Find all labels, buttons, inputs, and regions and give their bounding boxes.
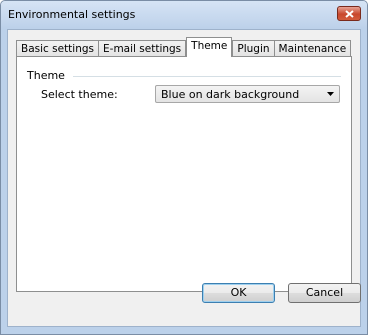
tab-theme[interactable]: Theme	[186, 37, 233, 57]
group-divider	[73, 76, 341, 77]
ok-button[interactable]: OK	[202, 283, 275, 303]
tab-plugin[interactable]: Plugin	[232, 40, 275, 57]
close-button[interactable]	[337, 6, 361, 21]
theme-select[interactable]: Blue on dark background	[155, 85, 340, 103]
title-bar[interactable]: Environmental settings	[1, 1, 367, 28]
window-title: Environmental settings	[8, 8, 136, 21]
theme-group-label: Theme	[27, 69, 65, 82]
tab-strip: Basic settings E-mail settings Theme Plu…	[16, 37, 352, 57]
dropdown-arrow-icon	[327, 92, 334, 96]
settings-window: Environmental settings Basic settings E-…	[0, 0, 368, 335]
close-icon	[345, 10, 354, 18]
tab-basic-settings[interactable]: Basic settings	[16, 40, 100, 57]
select-theme-label: Select theme:	[41, 88, 118, 101]
cancel-button[interactable]: Cancel	[288, 283, 361, 303]
theme-tab-panel: Theme Select theme: Blue on dark backgro…	[16, 56, 352, 292]
tab-email-settings[interactable]: E-mail settings	[98, 40, 187, 57]
tab-maintenance[interactable]: Maintenance	[273, 40, 352, 57]
theme-select-value: Blue on dark background	[161, 88, 300, 101]
